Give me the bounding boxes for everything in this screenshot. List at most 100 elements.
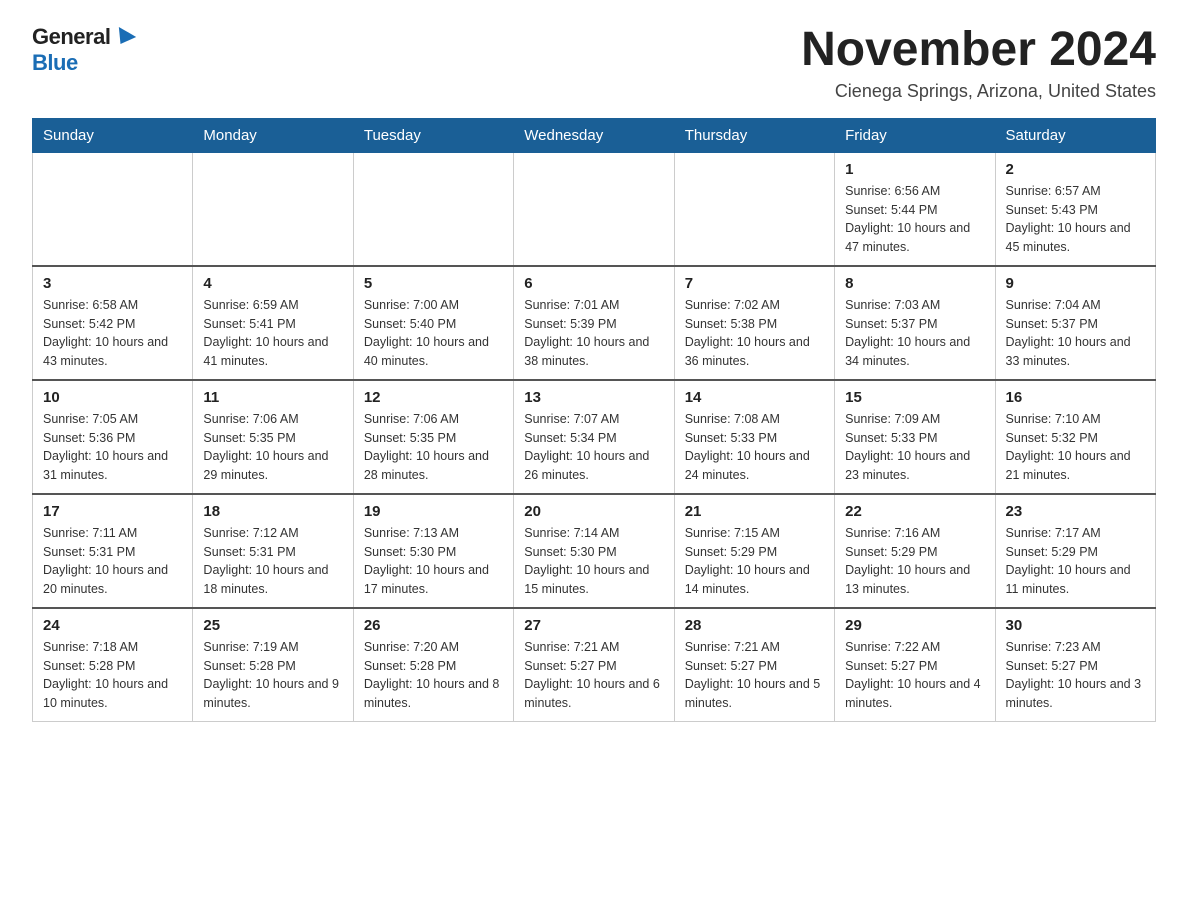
weekday-header-cell: Saturday xyxy=(995,118,1155,152)
day-number: 11 xyxy=(203,389,342,406)
calendar-day-cell: 18 Sunrise: 7:12 AMSunset: 5:31 PMDayligh… xyxy=(193,494,353,608)
calendar-week-row: 3 Sunrise: 6:58 AMSunset: 5:42 PMDaylight… xyxy=(33,266,1156,380)
calendar-day-cell: 21Sunrise: 7:15 AMSunset: 5:29 PMDayligh… xyxy=(674,494,834,608)
day-info: Sunrise: 7:08 AMSunset: 5:33 PMDaylight:… xyxy=(685,410,824,485)
calendar-day-cell: 6 Sunrise: 7:01 AMSunset: 5:39 PMDaylight… xyxy=(514,266,674,380)
day-number: 21 xyxy=(685,503,824,520)
calendar-day-cell: 16 Sunrise: 7:10 AMSunset: 5:32 PMDayligh… xyxy=(995,380,1155,494)
day-number: 23 xyxy=(1006,503,1145,520)
calendar-day-cell: 2 Sunrise: 6:57 AMSunset: 5:43 PMDaylight… xyxy=(995,152,1155,266)
month-title: November 2024 xyxy=(801,24,1156,77)
calendar-day-cell: 13 Sunrise: 7:07 AMSunset: 5:34 PMDayligh… xyxy=(514,380,674,494)
day-number: 6 xyxy=(524,275,663,292)
weekday-header-cell: Wednesday xyxy=(514,118,674,152)
day-info: Sunrise: 7:14 AMSunset: 5:30 PMDaylight:… xyxy=(524,524,663,599)
calendar-day-cell: 11Sunrise: 7:06 AMSunset: 5:35 PMDayligh… xyxy=(193,380,353,494)
calendar-day-cell: 10 Sunrise: 7:05 AMSunset: 5:36 PMDayligh… xyxy=(33,380,193,494)
day-number: 27 xyxy=(524,617,663,634)
day-number: 25 xyxy=(203,617,342,634)
day-info: Sunrise: 7:04 AMSunset: 5:37 PMDaylight:… xyxy=(1006,296,1145,371)
day-number: 10 xyxy=(43,389,182,406)
logo-triangle-icon xyxy=(112,27,136,49)
day-number: 18 xyxy=(203,503,342,520)
calendar-day-cell: 14 Sunrise: 7:08 AMSunset: 5:33 PMDayligh… xyxy=(674,380,834,494)
day-number: 5 xyxy=(364,275,503,292)
day-info: Sunrise: 7:10 AMSunset: 5:32 PMDaylight:… xyxy=(1006,410,1145,485)
day-info: Sunrise: 6:58 AMSunset: 5:42 PMDaylight:… xyxy=(43,296,182,371)
day-info: Sunrise: 7:13 AMSunset: 5:30 PMDaylight:… xyxy=(364,524,503,599)
day-info: Sunrise: 7:07 AMSunset: 5:34 PMDaylight:… xyxy=(524,410,663,485)
day-number: 9 xyxy=(1006,275,1145,292)
calendar-day-cell: 8Sunrise: 7:03 AMSunset: 5:37 PMDaylight… xyxy=(835,266,995,380)
calendar-day-cell: 30 Sunrise: 7:23 AMSunset: 5:27 PMDayligh… xyxy=(995,608,1155,722)
calendar-day-cell: 28 Sunrise: 7:21 AMSunset: 5:27 PMDayligh… xyxy=(674,608,834,722)
calendar-week-row: 1 Sunrise: 6:56 AMSunset: 5:44 PMDaylight… xyxy=(33,152,1156,266)
calendar-day-cell xyxy=(33,152,193,266)
day-number: 2 xyxy=(1006,161,1145,178)
calendar-day-cell: 17Sunrise: 7:11 AMSunset: 5:31 PMDayligh… xyxy=(33,494,193,608)
day-number: 4 xyxy=(203,275,342,292)
day-info: Sunrise: 7:22 AMSunset: 5:27 PMDaylight:… xyxy=(845,638,984,713)
day-info: Sunrise: 6:57 AMSunset: 5:43 PMDaylight:… xyxy=(1006,182,1145,257)
day-info: Sunrise: 7:18 AMSunset: 5:28 PMDaylight:… xyxy=(43,638,182,713)
calendar-day-cell xyxy=(674,152,834,266)
day-number: 28 xyxy=(685,617,824,634)
page-header: General Blue November 2024 Cienega Sprin… xyxy=(32,24,1156,102)
weekday-header-cell: Tuesday xyxy=(353,118,513,152)
calendar-day-cell: 9 Sunrise: 7:04 AMSunset: 5:37 PMDaylight… xyxy=(995,266,1155,380)
calendar-week-row: 10 Sunrise: 7:05 AMSunset: 5:36 PMDayligh… xyxy=(33,380,1156,494)
day-info: Sunrise: 7:19 AMSunset: 5:28 PMDaylight:… xyxy=(203,638,342,713)
day-number: 24 xyxy=(43,617,182,634)
calendar-day-cell: 24 Sunrise: 7:18 AMSunset: 5:28 PMDayligh… xyxy=(33,608,193,722)
day-info: Sunrise: 6:56 AMSunset: 5:44 PMDaylight:… xyxy=(845,182,984,257)
calendar-day-cell: 25 Sunrise: 7:19 AMSunset: 5:28 PMDayligh… xyxy=(193,608,353,722)
calendar-body: 1 Sunrise: 6:56 AMSunset: 5:44 PMDaylight… xyxy=(33,152,1156,721)
day-info: Sunrise: 7:12 AMSunset: 5:31 PMDaylight:… xyxy=(203,524,342,599)
weekday-header-row: SundayMondayTuesdayWednesdayThursdayFrid… xyxy=(33,118,1156,152)
day-info: Sunrise: 7:09 AMSunset: 5:33 PMDaylight:… xyxy=(845,410,984,485)
location-title: Cienega Springs, Arizona, United States xyxy=(801,81,1156,102)
calendar-day-cell xyxy=(353,152,513,266)
day-number: 14 xyxy=(685,389,824,406)
day-number: 7 xyxy=(685,275,824,292)
day-number: 3 xyxy=(43,275,182,292)
calendar-day-cell: 27 Sunrise: 7:21 AMSunset: 5:27 PMDayligh… xyxy=(514,608,674,722)
day-info: Sunrise: 7:01 AMSunset: 5:39 PMDaylight:… xyxy=(524,296,663,371)
weekday-header-cell: Friday xyxy=(835,118,995,152)
day-info: Sunrise: 7:21 AMSunset: 5:27 PMDaylight:… xyxy=(685,638,824,713)
logo: General Blue xyxy=(32,24,134,76)
day-number: 30 xyxy=(1006,617,1145,634)
title-area: November 2024 Cienega Springs, Arizona, … xyxy=(801,24,1156,102)
calendar-day-cell xyxy=(514,152,674,266)
calendar-day-cell: 4 Sunrise: 6:59 AMSunset: 5:41 PMDaylight… xyxy=(193,266,353,380)
day-info: Sunrise: 7:02 AMSunset: 5:38 PMDaylight:… xyxy=(685,296,824,371)
weekday-header-cell: Thursday xyxy=(674,118,834,152)
calendar-day-cell: 20Sunrise: 7:14 AMSunset: 5:30 PMDayligh… xyxy=(514,494,674,608)
calendar-day-cell: 7 Sunrise: 7:02 AMSunset: 5:38 PMDaylight… xyxy=(674,266,834,380)
day-info: Sunrise: 7:23 AMSunset: 5:27 PMDaylight:… xyxy=(1006,638,1145,713)
calendar-day-cell: 3 Sunrise: 6:58 AMSunset: 5:42 PMDaylight… xyxy=(33,266,193,380)
calendar-day-cell: 26Sunrise: 7:20 AMSunset: 5:28 PMDayligh… xyxy=(353,608,513,722)
day-info: Sunrise: 7:21 AMSunset: 5:27 PMDaylight:… xyxy=(524,638,663,713)
day-number: 1 xyxy=(845,161,984,178)
calendar-week-row: 17Sunrise: 7:11 AMSunset: 5:31 PMDayligh… xyxy=(33,494,1156,608)
day-number: 26 xyxy=(364,617,503,634)
day-info: Sunrise: 7:00 AMSunset: 5:40 PMDaylight:… xyxy=(364,296,503,371)
calendar-day-cell: 29Sunrise: 7:22 AMSunset: 5:27 PMDayligh… xyxy=(835,608,995,722)
day-number: 16 xyxy=(1006,389,1145,406)
day-info: Sunrise: 7:05 AMSunset: 5:36 PMDaylight:… xyxy=(43,410,182,485)
logo-general-text: General xyxy=(32,24,110,49)
calendar-week-row: 24 Sunrise: 7:18 AMSunset: 5:28 PMDayligh… xyxy=(33,608,1156,722)
calendar-day-cell: 5 Sunrise: 7:00 AMSunset: 5:40 PMDaylight… xyxy=(353,266,513,380)
day-number: 8 xyxy=(845,275,984,292)
day-number: 12 xyxy=(364,389,503,406)
weekday-header-cell: Monday xyxy=(193,118,353,152)
day-number: 17 xyxy=(43,503,182,520)
calendar-day-cell: 1 Sunrise: 6:56 AMSunset: 5:44 PMDaylight… xyxy=(835,152,995,266)
calendar-day-cell: 22Sunrise: 7:16 AMSunset: 5:29 PMDayligh… xyxy=(835,494,995,608)
calendar-day-cell: 23Sunrise: 7:17 AMSunset: 5:29 PMDayligh… xyxy=(995,494,1155,608)
day-info: Sunrise: 6:59 AMSunset: 5:41 PMDaylight:… xyxy=(203,296,342,371)
calendar-table: SundayMondayTuesdayWednesdayThursdayFrid… xyxy=(32,118,1156,722)
calendar-day-cell: 12Sunrise: 7:06 AMSunset: 5:35 PMDayligh… xyxy=(353,380,513,494)
day-number: 13 xyxy=(524,389,663,406)
